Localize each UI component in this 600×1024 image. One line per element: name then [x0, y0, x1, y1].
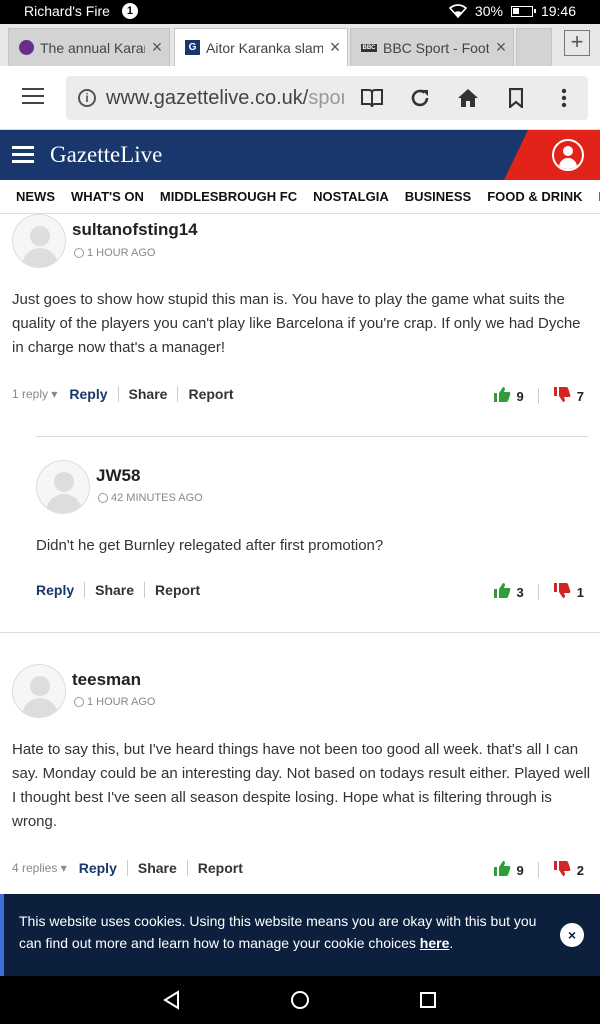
replies-toggle[interactable]: 4 replies ▾	[12, 861, 67, 875]
reply-button[interactable]: Reply	[79, 860, 128, 876]
avatar[interactable]	[36, 460, 90, 514]
new-tab-button[interactable]: +	[564, 30, 590, 56]
thumbs-down-icon[interactable]	[553, 582, 571, 602]
clock-time: 19:46	[540, 3, 576, 19]
thumbs-down-icon[interactable]	[553, 386, 571, 406]
share-button[interactable]: Share	[119, 386, 179, 402]
globe-favicon-icon	[19, 40, 34, 55]
refresh-icon[interactable]	[400, 78, 440, 118]
comment-text: Hate to say this, but I've heard things …	[12, 741, 591, 830]
android-nav-bar	[0, 976, 600, 1024]
site-header: GazetteLive	[0, 130, 600, 180]
close-icon[interactable]: ×	[560, 923, 584, 947]
url-text[interactable]: www.gazettelive.co.uk/sport	[106, 87, 344, 110]
report-button[interactable]: Report	[178, 386, 233, 402]
site-menu-icon[interactable]	[12, 146, 34, 164]
close-tab-icon[interactable]: ×	[323, 37, 347, 58]
battery-percent: 30%	[474, 3, 503, 19]
browser-tab-2[interactable]: G Aitor Karanka slams ×	[174, 28, 348, 66]
reply-button[interactable]: Reply	[36, 582, 86, 598]
clock-icon	[74, 248, 84, 258]
cookie-policy-link[interactable]: here	[420, 935, 450, 951]
thumbs-down-icon[interactable]	[553, 860, 571, 880]
vote-controls: 9 7	[493, 386, 584, 406]
avatar[interactable]	[12, 214, 66, 268]
recents-icon[interactable]	[418, 990, 438, 1010]
section-nav: NEWS WHAT'S ON MIDDLESBROUGH FC NOSTALGI…	[0, 180, 600, 214]
bbc-favicon-icon: BBC	[361, 43, 377, 52]
reading-view-icon[interactable]	[352, 78, 392, 118]
thumbs-up-icon[interactable]	[493, 386, 511, 406]
thumbs-up-icon[interactable]	[493, 582, 511, 602]
back-icon[interactable]	[162, 990, 182, 1010]
comment-username[interactable]: teesman	[72, 670, 141, 690]
divider	[0, 632, 600, 633]
browser-tab-overflow[interactable]	[516, 28, 552, 66]
browser-tab-1[interactable]: The annual Karanka ×	[8, 28, 170, 66]
caret-down-icon: ▾	[51, 387, 58, 401]
share-button[interactable]: Share	[85, 582, 146, 598]
notification-badge: 1	[121, 3, 138, 19]
comment-username[interactable]: sultanofsting14	[72, 220, 198, 240]
comment-text: Didn't he get Burnley relegated after fi…	[36, 537, 384, 554]
nav-item-middlesbrough-fc[interactable]: MIDDLESBROUGH FC	[152, 189, 305, 204]
browser-tab-3[interactable]: BBC BBC Sport - Football ×	[350, 28, 514, 66]
wifi-icon	[448, 4, 467, 18]
reply-button[interactable]: Reply	[69, 386, 119, 402]
address-bar[interactable]: i www.gazettelive.co.uk/sport	[66, 76, 588, 120]
clock-icon	[74, 697, 84, 707]
comment-actions: 1 reply ▾ Reply Share Report	[12, 386, 234, 402]
caret-down-icon: ▾	[60, 861, 67, 875]
cookie-message: This website uses cookies. Using this we…	[19, 913, 537, 951]
close-tab-icon[interactable]: ×	[145, 37, 169, 58]
downvote-count: 7	[576, 388, 584, 404]
avatar[interactable]	[12, 664, 66, 718]
comment-text: Just goes to show how stupid this man is…	[12, 291, 581, 356]
report-button[interactable]: Report	[145, 582, 200, 598]
replies-toggle[interactable]: 1 reply ▾	[12, 387, 57, 401]
home-circle-icon[interactable]	[290, 990, 310, 1010]
upvote-count: 9	[516, 388, 524, 404]
user-account-icon[interactable]	[552, 139, 584, 171]
status-bar: Richard's Fire 1 30% 19:46	[0, 0, 600, 24]
clock-icon	[98, 493, 108, 503]
divider	[36, 436, 588, 437]
bookmark-icon[interactable]	[496, 78, 536, 118]
nav-item-news[interactable]: NEWS	[0, 189, 63, 204]
comment-username[interactable]: JW58	[96, 466, 140, 486]
browser-menu-icon[interactable]	[22, 88, 44, 106]
comment-actions: Reply Share Report	[36, 582, 200, 598]
vote-controls: 9 2	[493, 860, 584, 880]
downvote-count: 2	[576, 862, 584, 878]
nav-item-whats-on[interactable]: WHAT'S ON	[63, 189, 152, 204]
close-tab-icon[interactable]: ×	[489, 37, 513, 58]
upvote-count: 9	[516, 862, 524, 878]
nav-item-business[interactable]: BUSINESS	[397, 189, 479, 204]
share-button[interactable]: Share	[128, 860, 188, 876]
comment-actions: 4 replies ▾ Reply Share Report	[12, 860, 243, 876]
carrier-name: Richard's Fire	[24, 3, 110, 19]
site-logo[interactable]: GazetteLive	[50, 142, 162, 168]
browser-toolbar: i www.gazettelive.co.uk/sport	[0, 66, 600, 130]
nav-item-nostalgia[interactable]: NOSTALGIA	[305, 189, 397, 204]
gazette-favicon-icon: G	[185, 40, 200, 55]
overflow-menu-icon[interactable]	[544, 78, 584, 118]
comment-timestamp: 1 HOUR AGO	[74, 696, 155, 708]
upvote-count: 3	[516, 584, 524, 600]
cookie-banner: This website uses cookies. Using this we…	[0, 894, 600, 976]
comment-timestamp: 42 MINUTES AGO	[98, 492, 203, 504]
comment-timestamp: 1 HOUR AGO	[74, 247, 155, 259]
downvote-count: 1	[576, 584, 584, 600]
battery-icon	[510, 5, 536, 17]
nav-item-food-drink[interactable]: FOOD & DRINK	[479, 189, 590, 204]
info-icon[interactable]: i	[78, 89, 96, 107]
home-icon[interactable]	[448, 78, 488, 118]
thumbs-up-icon[interactable]	[493, 860, 511, 880]
vote-controls: 3 1	[493, 582, 584, 602]
report-button[interactable]: Report	[188, 860, 243, 876]
nav-item-in[interactable]: IN	[591, 189, 600, 204]
comments-list: sultanofsting14 1 HOUR AGO Just goes to …	[0, 214, 600, 894]
browser-tab-strip: The annual Karanka × G Aitor Karanka sla…	[0, 24, 600, 66]
